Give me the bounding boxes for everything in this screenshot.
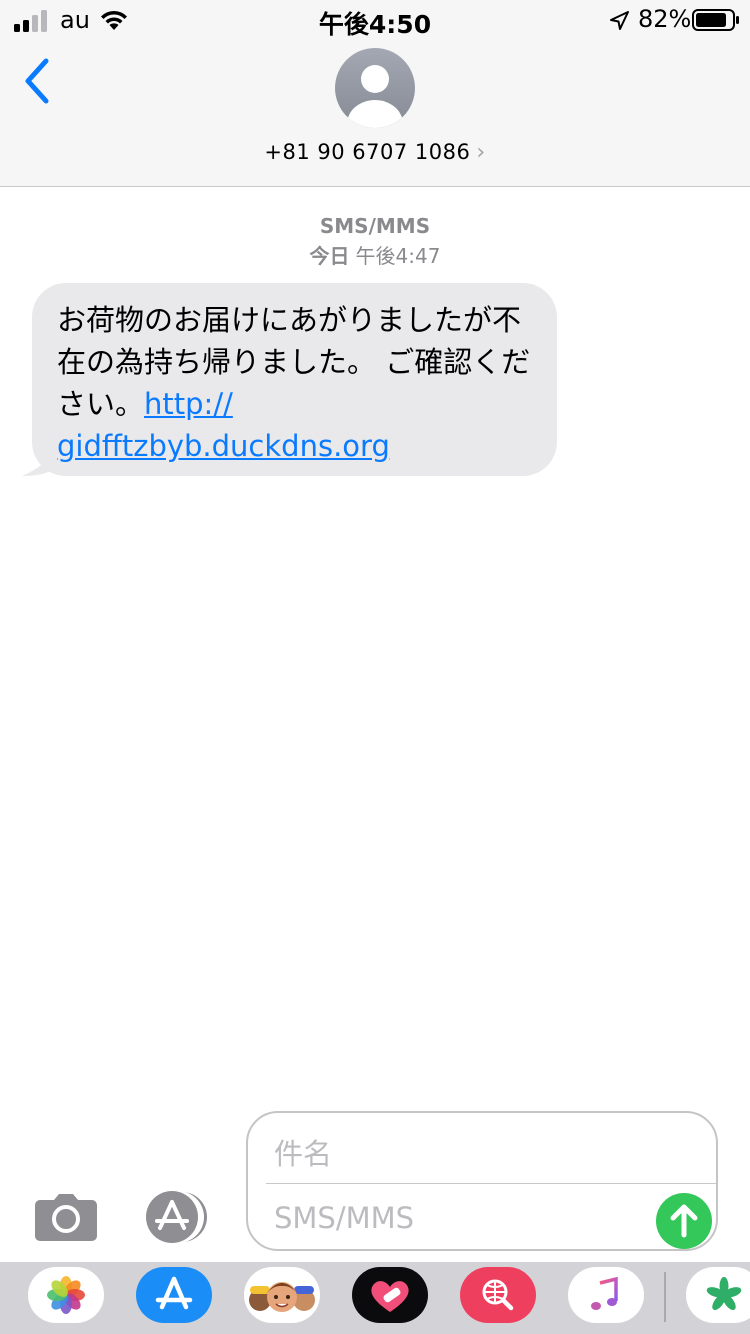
date-label: 今日 (309, 244, 350, 268)
contact-avatar-icon[interactable] (335, 48, 415, 128)
message-link-part2: gidfftzbyb.duckdns.org (57, 429, 390, 463)
battery-icon (692, 9, 739, 31)
clover-app-icon[interactable] (686, 1267, 750, 1323)
memoji-app-icon[interactable] (244, 1267, 320, 1323)
contact-phone-number: +81 90 6707 1086 (264, 140, 471, 164)
app-store-drawer-icon[interactable] (138, 1190, 214, 1244)
drawer-separator (664, 1272, 666, 1322)
photos-app-icon[interactable] (28, 1267, 104, 1323)
location-arrow-icon (610, 11, 629, 30)
status-bar: au 午後4:50 82% (0, 0, 750, 40)
heart-stickers-app-icon[interactable] (352, 1267, 428, 1323)
message-text: お荷物のお届けにあがりましたが不在の為持ち帰りました。 ご確認ください。 (57, 303, 531, 421)
message-link-part1: http:// (144, 387, 233, 421)
music-app-icon[interactable] (568, 1267, 644, 1323)
service-label: SMS/MMS (319, 214, 431, 238)
battery-percent: 82% (638, 5, 692, 33)
message-composer[interactable]: 件名 SMS/MMS (246, 1111, 718, 1251)
back-chevron-icon[interactable] (20, 56, 54, 106)
web-search-app-icon[interactable] (460, 1267, 536, 1323)
send-arrow-icon[interactable] (656, 1193, 712, 1249)
subject-input[interactable]: 件名 (274, 1131, 332, 1173)
message-input[interactable]: SMS/MMS (274, 1201, 414, 1235)
imessage-app-drawer (0, 1262, 750, 1334)
incoming-message-bubble[interactable]: お荷物のお届けにあがりましたが不在の為持ち帰りました。 ご確認ください。http… (32, 283, 557, 476)
camera-icon[interactable] (34, 1192, 98, 1242)
time-label: 午後4:47 (355, 244, 441, 268)
composer-divider (266, 1183, 716, 1184)
navigation-header: au 午後4:50 82% +81 90 6707 1086 › (0, 0, 750, 187)
chevron-right-icon: › (476, 140, 486, 165)
message-timestamp: 今日 午後4:47 (0, 240, 750, 269)
app-store-app-icon[interactable] (136, 1267, 212, 1323)
contact-info-button[interactable]: +81 90 6707 1086 › (0, 140, 750, 165)
